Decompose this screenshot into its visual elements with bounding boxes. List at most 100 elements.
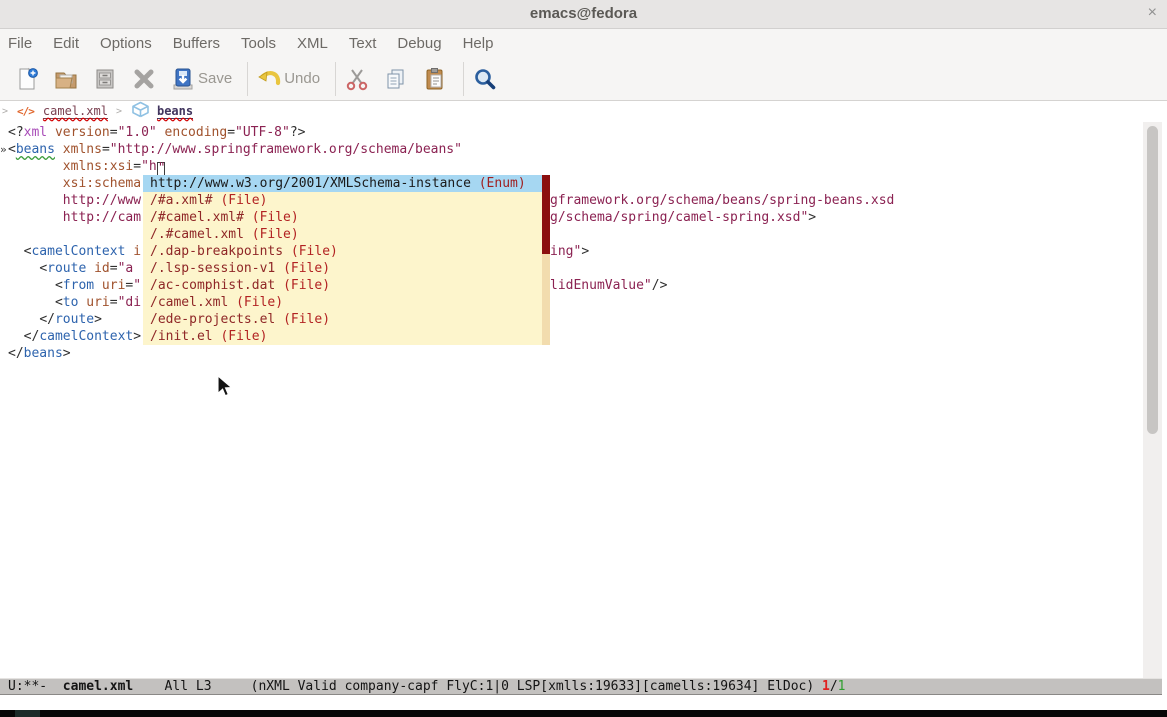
- bottom-edge-segment: [15, 710, 40, 717]
- save-button[interactable]: Save: [170, 66, 232, 92]
- paste-button[interactable]: [422, 66, 448, 92]
- code-token: id: [86, 261, 109, 276]
- dired-button[interactable]: [92, 66, 118, 92]
- code-token: [8, 295, 55, 310]
- clipboard-icon: [422, 66, 448, 92]
- new-file-button[interactable]: [14, 66, 40, 92]
- completion-item[interactable]: /camel.xml (File): [143, 294, 542, 311]
- menu-item-edit[interactable]: Edit: [53, 35, 90, 52]
- menu-item-xml[interactable]: XML: [297, 35, 339, 52]
- code-token: =: [133, 159, 141, 174]
- breadcrumb: > </> camel.xml > beans: [0, 101, 1167, 122]
- code-token: i: [125, 244, 141, 259]
- minibuffer[interactable]: [0, 696, 1167, 710]
- cube-icon: [131, 101, 150, 118]
- code-token: beans: [24, 346, 63, 361]
- search-button[interactable]: [472, 66, 498, 92]
- tool-bar: Save Undo: [0, 57, 1167, 101]
- title-bar: emacs@fedora ×: [0, 0, 1167, 29]
- code-line[interactable]: <?xml version="1.0" encoding="UTF-8"?>: [0, 124, 1143, 141]
- toolbar-separator: [335, 62, 336, 96]
- completion-item[interactable]: /.#camel.xml (File): [143, 226, 542, 243]
- code-token: "1.0": [118, 125, 157, 140]
- menu-item-buffers[interactable]: Buffers: [173, 35, 231, 52]
- modeline-flags: U:**-: [8, 679, 63, 694]
- code-token: uri: [78, 295, 109, 310]
- completion-rows: http://www.w3.org/2001/XMLSchema-instanc…: [143, 175, 550, 345]
- code-token: xml: [24, 125, 47, 140]
- code-token: lidEnumValue": [550, 278, 652, 293]
- completion-item[interactable]: http://www.w3.org/2001/XMLSchema-instanc…: [143, 175, 542, 192]
- breadcrumb-node-name[interactable]: beans: [157, 104, 193, 119]
- code-token: camelContext: [31, 244, 125, 259]
- code-token: xsi:schema: [8, 176, 141, 191]
- code-line[interactable]: xmlns:xsi="h": [0, 158, 1143, 175]
- completion-item[interactable]: /#camel.xml# (File): [143, 209, 542, 226]
- popup-scrollbar-thumb[interactable]: [542, 175, 550, 254]
- kill-buffer-button[interactable]: [131, 66, 157, 92]
- completion-label: /ede-projects.el: [150, 312, 283, 327]
- modeline-buffer-name: camel.xml: [63, 679, 133, 694]
- fringe-indicator-icon: »: [0, 141, 8, 158]
- completion-annotation: (File): [283, 261, 330, 276]
- window-title: emacs@fedora: [0, 5, 1167, 22]
- code-token: <: [8, 142, 16, 157]
- completion-annotation: (File): [291, 244, 338, 259]
- code-token: >: [808, 210, 816, 225]
- completion-popup: http://www.w3.org/2001/XMLSchema-instanc…: [143, 175, 550, 345]
- code-token: to: [63, 295, 79, 310]
- xml-file-icon: </>: [17, 105, 34, 118]
- undo-label: Undo: [284, 70, 320, 87]
- undo-arrow-icon: [256, 66, 282, 92]
- undo-button[interactable]: Undo: [256, 66, 320, 92]
- code-token: </: [8, 346, 24, 361]
- code-token: =: [227, 125, 235, 140]
- code-fragment-right: gframework.org/schema/beans/spring-beans…: [550, 192, 894, 209]
- breadcrumb-file-name[interactable]: camel.xml: [43, 104, 108, 119]
- code-token: =: [110, 295, 118, 310]
- window-scrollbar-thumb[interactable]: [1147, 126, 1158, 434]
- scissors-icon: [344, 66, 370, 92]
- completion-annotation: (File): [252, 227, 299, 242]
- code-line[interactable]: </beans>: [0, 345, 1143, 362]
- completion-item[interactable]: /ac-comphist.dat (File): [143, 277, 542, 294]
- code-token: >: [133, 329, 141, 344]
- menu-item-tools[interactable]: Tools: [241, 35, 287, 52]
- code-token: route: [55, 312, 94, 327]
- open-folder-icon: [53, 66, 79, 92]
- popup-scrollbar[interactable]: [542, 175, 550, 345]
- open-file-button[interactable]: [53, 66, 79, 92]
- completion-item[interactable]: /.dap-breakpoints (File): [143, 243, 542, 260]
- completion-label: http://www.w3.org/2001/XMLSchema-instanc…: [150, 176, 479, 191]
- menu-item-file[interactable]: File: [8, 35, 43, 52]
- completion-label: /.#camel.xml: [150, 227, 252, 242]
- completion-label: /.dap-breakpoints: [150, 244, 291, 259]
- code-fragment-right: ing">: [550, 243, 589, 260]
- code-token: ing": [550, 244, 581, 259]
- mode-line[interactable]: U:**- camel.xml All L3 (nXML Valid compa…: [0, 678, 1162, 695]
- completion-item[interactable]: /init.el (File): [143, 328, 542, 345]
- menu-item-text[interactable]: Text: [349, 35, 388, 52]
- completion-item[interactable]: /.lsp-session-v1 (File): [143, 260, 542, 277]
- menu-item-help[interactable]: Help: [463, 35, 505, 52]
- cut-button[interactable]: [344, 66, 370, 92]
- completion-item[interactable]: /ede-projects.el (File): [143, 311, 542, 328]
- completion-annotation: (File): [220, 193, 267, 208]
- code-token: beans: [16, 142, 55, 157]
- copy-button[interactable]: [383, 66, 409, 92]
- breadcrumb-separator-icon: >: [116, 106, 122, 117]
- code-token: http://www: [8, 193, 141, 208]
- menu-item-debug[interactable]: Debug: [397, 35, 452, 52]
- window-scrollbar[interactable]: [1143, 122, 1162, 678]
- code-token: <?: [8, 125, 24, 140]
- completion-label: /ac-comphist.dat: [150, 278, 283, 293]
- close-window-button[interactable]: ×: [1148, 4, 1157, 22]
- code-token: "a: [118, 261, 134, 276]
- code-line[interactable]: »<beans xmlns="http://www.springframewor…: [0, 141, 1143, 158]
- menu-item-options[interactable]: Options: [100, 35, 163, 52]
- completion-item[interactable]: /#a.xml# (File): [143, 192, 542, 209]
- modeline-info-count: 1: [838, 679, 846, 694]
- new-file-icon: [14, 66, 40, 92]
- code-token: "di: [118, 295, 141, 310]
- completion-annotation: (Enum): [479, 176, 526, 191]
